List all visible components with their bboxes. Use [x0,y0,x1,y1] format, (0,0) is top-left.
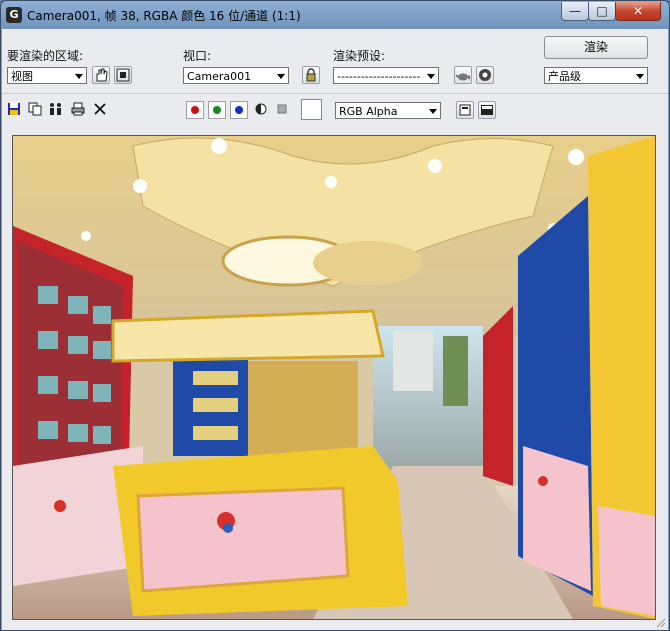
preset-dropdown-value: --------------------- [337,70,421,83]
preset-label: 渲染预设: [333,49,386,63]
quality-dropdown-value: 产品级 [548,70,581,83]
lock-icon [306,68,316,82]
resize-grip-icon[interactable] [656,618,666,628]
clone-window-button[interactable] [47,101,65,119]
print-image-button[interactable] [69,101,87,119]
clear-button[interactable] [91,101,109,119]
window-title: Camera001, 帧 38, RGBA 颜色 16 位/通道 (1:1) [27,9,301,23]
alpha-channel-toggle[interactable] [252,101,270,119]
render-setup-button[interactable] [476,66,494,84]
render-frame-window: G Camera001, 帧 38, RGBA 颜色 16 位/通道 (1:1)… [0,0,670,631]
blue-channel-toggle[interactable] [230,101,248,119]
title-bar[interactable]: G Camera001, 帧 38, RGBA 颜色 16 位/通道 (1:1)… [1,1,669,29]
blue-channel-icon [235,106,243,114]
lock-viewport-button[interactable] [302,66,320,84]
channel-dropdown-value: RGB Alpha [339,105,398,118]
environment-button[interactable] [454,66,472,84]
chevron-down-icon [633,68,647,83]
color-swatch[interactable] [301,99,322,120]
chevron-down-icon [424,68,438,83]
area-dropdown[interactable]: 视图 [7,67,87,84]
chevron-down-icon [72,68,86,83]
divider [2,93,668,94]
monochrome-toggle[interactable] [273,101,291,119]
panel-icon [481,105,493,115]
chevron-down-icon [274,68,288,83]
save-image-button[interactable] [5,101,23,119]
rendered-image [12,135,656,620]
hand-icon [96,68,108,82]
green-channel-toggle[interactable] [208,101,226,119]
copy-icon [28,102,42,116]
edit-region-button[interactable] [92,66,110,84]
alpha-channel-icon [255,103,267,115]
quality-dropdown[interactable]: 产品级 [544,67,648,84]
settings-icon [479,69,491,81]
auto-region-button[interactable] [114,66,132,84]
monochrome-icon [277,104,287,114]
window-client-area: 要渲染的区域: 视口: 渲染预设: 渲染 视图 Camera001 ------… [2,29,668,630]
close-icon [94,103,106,115]
image-info-icon [459,104,471,116]
copy-image-button[interactable] [26,101,44,119]
minimize-icon: — [569,4,581,18]
chevron-down-icon [426,103,440,118]
region-select-icon [116,68,130,82]
app-icon[interactable]: G [6,7,22,23]
viewport-dropdown-value: Camera001 [187,70,252,83]
rendered-scene [13,136,655,619]
area-dropdown-value: 视图 [11,70,33,83]
red-channel-icon [191,106,199,114]
teapot-icon [455,73,471,81]
render-button[interactable]: 渲染 [544,36,648,59]
save-icon [8,103,20,115]
minimize-button[interactable]: — [561,2,589,21]
print-icon [71,102,85,116]
preset-dropdown[interactable]: --------------------- [333,67,439,84]
area-label: 要渲染的区域: [7,49,84,63]
maximize-icon: □ [596,4,608,18]
red-channel-toggle[interactable] [186,101,204,119]
viewport-label: 视口: [183,49,212,63]
close-icon: ✕ [632,4,644,18]
green-channel-icon [213,106,221,114]
close-button[interactable]: ✕ [615,2,661,21]
viewport-dropdown[interactable]: Camera001 [183,67,289,84]
display-channel-button[interactable] [456,101,474,119]
maximize-button[interactable]: □ [588,2,616,21]
clone-people-icon [50,103,61,115]
toggle-ui-button[interactable] [478,101,496,119]
channel-dropdown[interactable]: RGB Alpha [335,102,441,119]
